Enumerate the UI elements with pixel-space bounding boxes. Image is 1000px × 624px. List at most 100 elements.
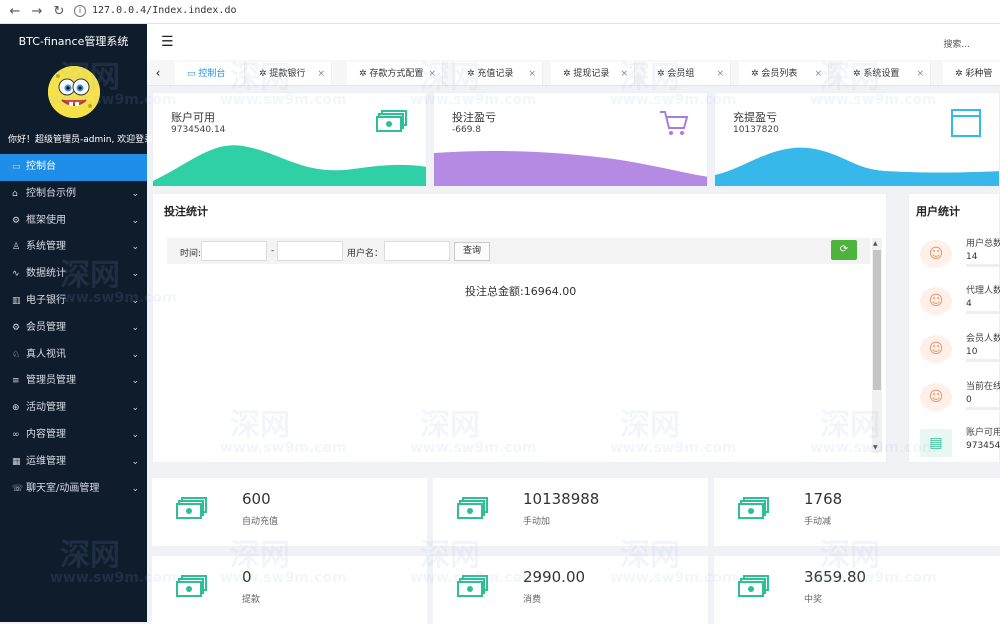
user-stat-label: 代理人数 — [966, 286, 1000, 296]
scroll-up-icon[interactable]: ▲ — [873, 240, 878, 247]
sidebar-item-8[interactable]: ≡ 管理员管理 ⌄ — [0, 368, 147, 395]
summary-label: 手动减 — [804, 517, 832, 527]
avatar[interactable] — [48, 66, 100, 118]
refresh-icon: ⟳ — [839, 244, 849, 255]
forward-icon[interactable]: → — [28, 3, 46, 21]
end-time-input[interactable] — [277, 241, 343, 261]
sidebar-item-4[interactable]: ∿ 数据统计 ⌄ — [0, 261, 147, 288]
start-time-input[interactable] — [201, 241, 267, 261]
sidebar-item-1[interactable]: ⌂ 控制台示例 ⌄ — [0, 181, 147, 208]
cash-icon — [176, 574, 208, 598]
reload-icon[interactable]: ↻ — [50, 3, 68, 21]
sidebar-item-label: 电子银行 — [26, 294, 66, 306]
sidebar-item-5[interactable]: ▥ 电子银行 ⌄ — [0, 288, 147, 315]
user-icon: ♙ — [12, 242, 21, 253]
sidebar-item-3[interactable]: ♙ 系统管理 ⌄ — [0, 234, 147, 261]
tab-7[interactable]: ✲ 系统设置 × — [841, 62, 931, 85]
sidebar-item-label: 聊天室/动画管理 — [26, 482, 100, 494]
user-stat-row: ☺ 用户总数 14 — [920, 234, 1000, 274]
chevron-down-icon: ⌄ — [131, 403, 139, 414]
sidebar-item-7[interactable]: ♘ 真人视讯 ⌄ — [0, 342, 147, 369]
sidebar-item-label: 运维管理 — [26, 455, 66, 467]
user-stat-row: ☺ 代理人数 4 — [920, 281, 1000, 321]
sidebar-item-label: 活动管理 — [26, 402, 66, 414]
summary-value: 3659.80 — [804, 568, 867, 586]
sidebar-item-10[interactable]: ∞ 内容管理 ⌄ — [0, 422, 147, 449]
tab-8[interactable]: ✲ 彩种管× — [943, 62, 1000, 85]
tab-scroll-left-icon[interactable]: ‹ — [147, 60, 169, 85]
user-stat-label: 会员人数 — [966, 334, 1000, 344]
sidebar-item-label: 会员管理 — [26, 321, 66, 333]
summary-value: 0 — [242, 568, 252, 586]
stat-card-0: 账户可用 9734540.14 — [152, 92, 427, 187]
chevron-down-icon: ⌄ — [131, 456, 139, 467]
sidebar-item-12[interactable]: ☏ 聊天室/动画管理 ⌄ — [0, 476, 147, 503]
tab-icon: ✲ — [853, 69, 864, 79]
tab-3[interactable]: ✲ 充值记录 × — [455, 62, 543, 85]
summary-label: 消费 — [523, 595, 542, 605]
search-input[interactable]: 搜索... — [943, 37, 970, 50]
pulse-icon: ∿ — [12, 269, 20, 280]
chevron-down-icon: ⌄ — [131, 242, 139, 253]
refresh-button[interactable]: ⟳ — [831, 240, 857, 260]
close-icon[interactable]: × — [716, 62, 724, 85]
close-icon[interactable]: × — [428, 62, 436, 85]
user-stat-row: ▤ 账户可用 9734540. — [920, 423, 1000, 463]
list-icon: ≡ — [12, 376, 20, 387]
summary-card-0: 600 自动充值 — [152, 478, 427, 546]
tab-label: 充值记录 — [477, 69, 514, 79]
bet-stats-title: 投注统计 — [164, 205, 208, 218]
sidebar-item-2[interactable]: ⚙ 框架使用 ⌄ — [0, 208, 147, 235]
cash-icon — [457, 574, 489, 598]
summary-label: 自动充值 — [242, 517, 279, 527]
user-stat-value: 9734540. — [966, 441, 1000, 451]
tab-icon: ✲ — [563, 69, 574, 79]
tab-5[interactable]: ✲ 会员组 × — [645, 62, 731, 85]
sidebar-item-9[interactable]: ⊕ 活动管理 ⌄ — [0, 395, 147, 422]
tab-label: 控制台 — [198, 69, 226, 79]
stat-wave — [153, 145, 426, 186]
cash-icon — [738, 574, 770, 598]
username-input[interactable] — [384, 241, 450, 261]
scroll-down-icon[interactable]: ▼ — [873, 444, 878, 451]
close-icon[interactable]: × — [620, 62, 628, 85]
query-button[interactable]: 查询 — [454, 242, 490, 261]
bet-scrollbar[interactable]: ▲ ▼ — [872, 238, 882, 453]
close-icon[interactable]: × — [317, 62, 325, 85]
tab-4[interactable]: ✲ 提现记录 × — [551, 62, 635, 85]
site-info-icon[interactable]: i — [74, 5, 86, 17]
tab-label: 提款银行 — [269, 69, 306, 79]
summary-card-3: 0 提款 — [152, 556, 427, 624]
sidebar-item-0[interactable]: ▭ 控制台 — [0, 154, 147, 181]
close-icon[interactable]: × — [814, 62, 822, 85]
bet-stats-panel — [152, 193, 887, 463]
app-title: BTC-finance管理系统 — [18, 35, 129, 48]
summary-label: 手动加 — [523, 517, 551, 527]
sidebar-item-6[interactable]: ⚙ 会员管理 ⌄ — [0, 315, 147, 342]
chevron-down-icon: ⌄ — [131, 376, 139, 387]
sidebar-item-11[interactable]: ▦ 运维管理 ⌄ — [0, 449, 147, 476]
chevron-down-icon: ⌄ — [131, 215, 139, 226]
user-stat-bar — [966, 359, 1000, 362]
summary-value: 600 — [242, 490, 271, 508]
close-icon[interactable]: × — [528, 62, 536, 85]
tab-1[interactable]: ✲ 提款银行 × — [247, 62, 332, 85]
summary-card-5: 3659.80 中奖 — [714, 556, 1000, 624]
summary-value: 1768 — [804, 490, 843, 508]
grid-icon: ▦ — [12, 456, 21, 467]
time-dash: - — [271, 246, 275, 256]
menu-toggle-icon[interactable]: ☰ — [161, 34, 174, 50]
address-bar[interactable]: 127.0.0.4/Index.index.do — [92, 5, 237, 16]
plus-circle-icon: ⊕ — [12, 403, 20, 414]
close-icon[interactable]: × — [916, 62, 924, 85]
cash-icon — [738, 496, 770, 520]
tab-icon: ✲ — [955, 69, 966, 79]
tab-6[interactable]: ✲ 会员列表 × — [739, 62, 829, 85]
scroll-thumb[interactable] — [873, 250, 881, 390]
users-icon: ☺ — [920, 287, 952, 315]
tab-label: 提现记录 — [573, 69, 610, 79]
tab-icon: ✲ — [751, 69, 762, 79]
tab-2[interactable]: ✲ 存款方式配置 × — [347, 62, 443, 85]
tab-0[interactable]: ▭ 控制台 — [175, 62, 245, 85]
back-icon[interactable]: ← — [6, 3, 24, 21]
